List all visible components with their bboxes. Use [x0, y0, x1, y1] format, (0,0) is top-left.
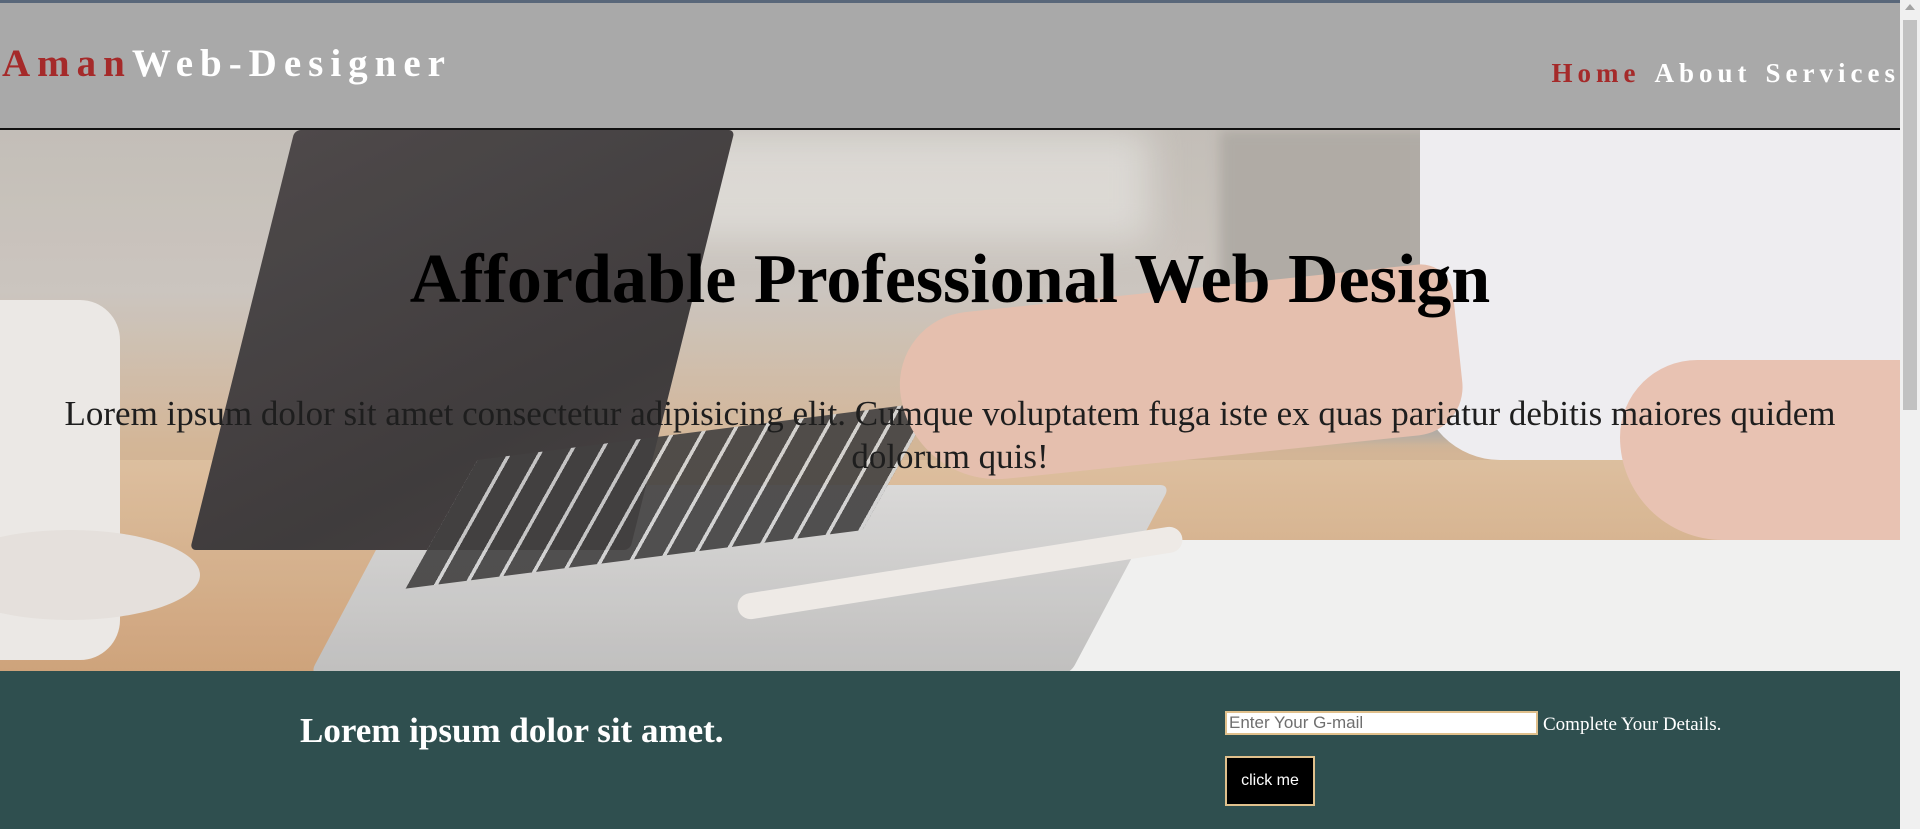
site-header: AmanWeb-Designer Home About Services: [0, 3, 1900, 130]
hero-section: Affordable Professional Web Design Lorem…: [0, 130, 1900, 671]
site-logo[interactable]: AmanWeb-Designer: [2, 41, 452, 86]
scroll-up-arrow-icon[interactable]: [1905, 4, 1915, 10]
hero-description: Lorem ipsum dolor sit amet consectetur a…: [64, 394, 1836, 476]
details-label: Complete Your Details.: [1543, 714, 1722, 735]
band-heading: Lorem ipsum dolor sit amet.: [300, 711, 724, 750]
signup-band: Lorem ipsum dolor sit amet. Complete You…: [0, 671, 1900, 829]
main-nav: Home About Services: [1542, 58, 1900, 89]
hero-title: Affordable Professional Web Design: [409, 241, 1491, 318]
logo-accent-text: Aman: [2, 42, 132, 85]
nav-services-link[interactable]: Services: [1766, 58, 1900, 88]
logo-text: Web-Designer: [131, 42, 452, 85]
click-me-button[interactable]: click me: [1225, 756, 1315, 806]
scrollbar-thumb[interactable]: [1903, 20, 1917, 410]
email-input[interactable]: [1225, 711, 1538, 735]
nav-about-link[interactable]: About: [1655, 58, 1752, 88]
nav-home-link[interactable]: Home: [1552, 58, 1641, 88]
